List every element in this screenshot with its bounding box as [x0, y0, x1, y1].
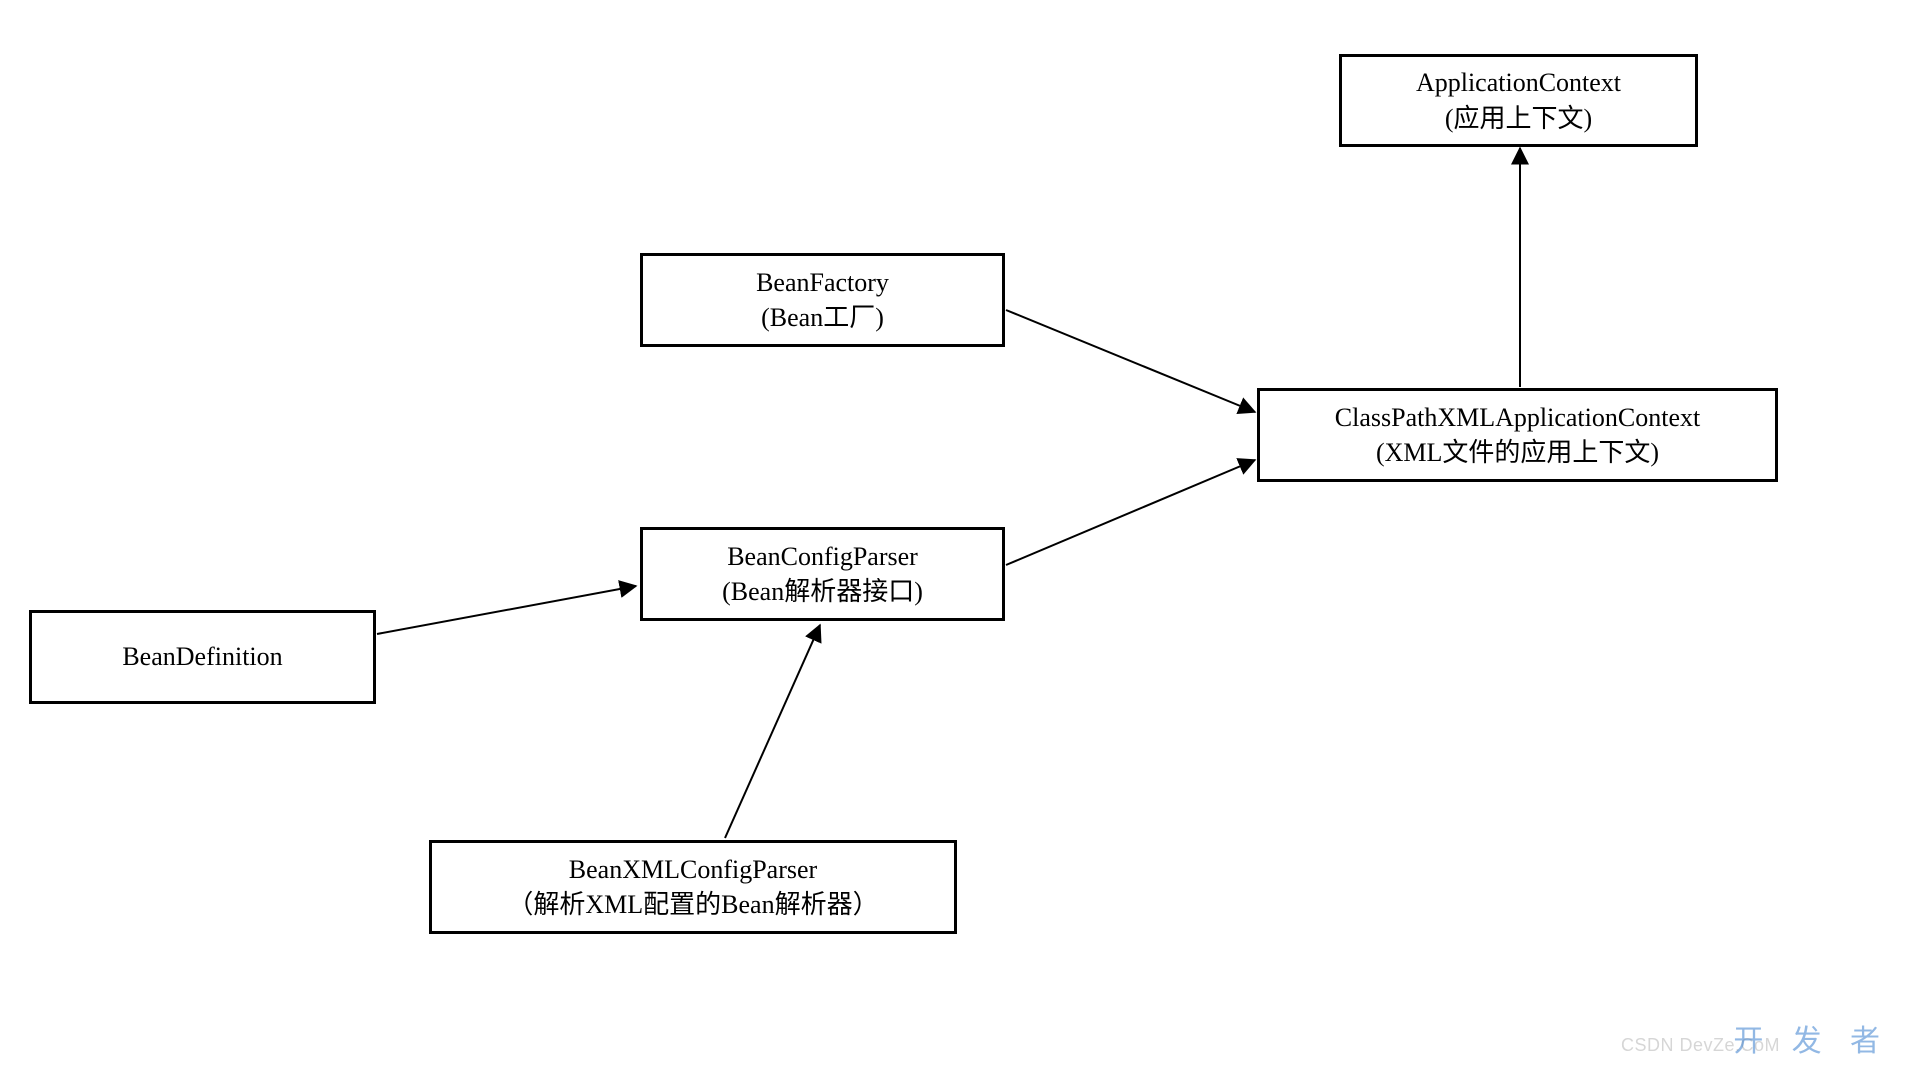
node-bean-config-parser: BeanConfigParser (Bean解析器接口) [640, 527, 1005, 621]
watermark-brand: 开 发 者 [1733, 1016, 1890, 1060]
node-title: BeanXMLConfigParser [569, 852, 817, 887]
node-subtitle: (Bean工厂) [761, 300, 884, 335]
node-title: BeanFactory [756, 265, 889, 300]
node-subtitle: （解析XML配置的Bean解析器） [507, 887, 878, 922]
node-bean-factory: BeanFactory (Bean工厂) [640, 253, 1005, 347]
node-application-context: ApplicationContext (应用上下文) [1339, 54, 1698, 147]
node-title: ClassPathXMLApplicationContext [1335, 400, 1700, 435]
node-bean-xml-config-parser: BeanXMLConfigParser （解析XML配置的Bean解析器） [429, 840, 957, 934]
node-subtitle: (XML文件的应用上下文) [1376, 435, 1659, 470]
node-subtitle: (Bean解析器接口) [722, 574, 923, 609]
edge-beanxmlconfigparser-to-beanconfigparser [725, 625, 820, 838]
edge-beandefinition-to-beanconfigparser [377, 586, 636, 634]
node-subtitle: (应用上下文) [1445, 101, 1592, 136]
diagram-canvas: ApplicationContext (应用上下文) BeanFactory (… [0, 0, 1920, 1080]
node-bean-definition: BeanDefinition [29, 610, 376, 704]
edge-beanfactory-to-cpxac [1006, 310, 1255, 412]
node-classpath-xml-application-context: ClassPathXMLApplicationContext (XML文件的应用… [1257, 388, 1778, 482]
node-title: BeanConfigParser [727, 539, 918, 574]
edge-beanconfigparser-to-cpxac [1006, 460, 1255, 565]
node-title: BeanDefinition [122, 639, 282, 674]
node-title: ApplicationContext [1416, 65, 1621, 100]
